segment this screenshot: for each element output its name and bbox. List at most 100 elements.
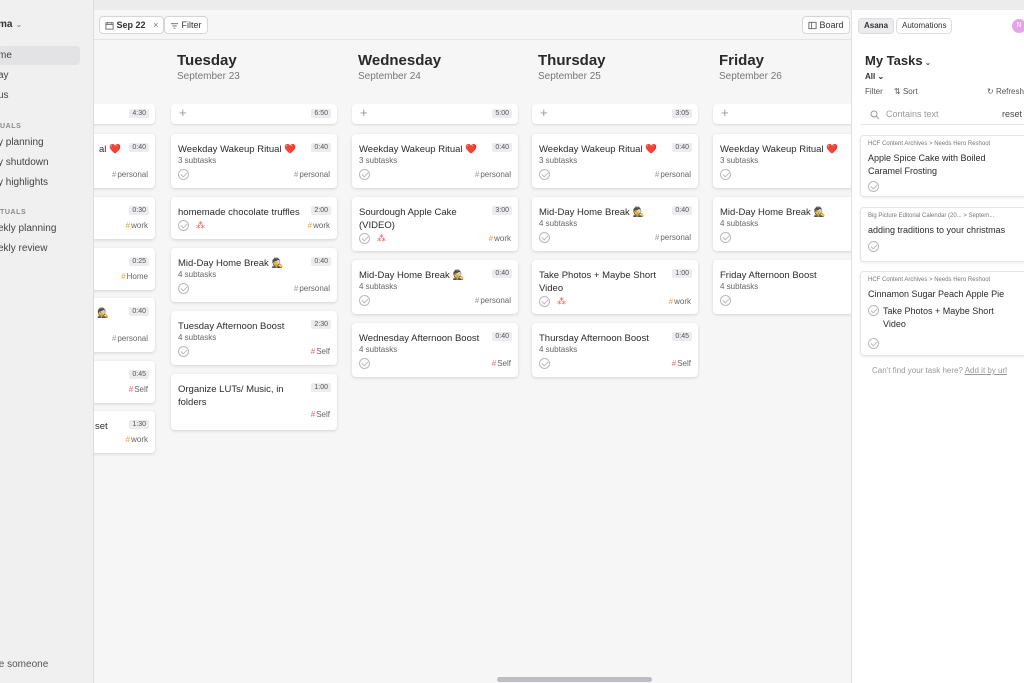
add-task-bar[interactable]: +5:00 [352, 104, 518, 124]
add-task-bar[interactable]: +6:50 [171, 104, 337, 124]
tag-label: personal [660, 233, 691, 242]
task-card[interactable]: Mid-Day Home Break 🕵️ 4 subtasks [713, 197, 851, 251]
task-tag[interactable]: #Home [121, 272, 148, 281]
horizontal-scrollbar[interactable] [497, 677, 652, 682]
asana-task-card[interactable]: HCF Content Archives > Needs Hero Reshoo… [860, 271, 1024, 356]
task-card[interactable]: 🕵️ 0:40 #personal [94, 298, 155, 352]
task-tag[interactable]: #work [308, 221, 330, 230]
board-view-button[interactable]: Board [802, 16, 850, 34]
task-card[interactable]: al ❤️ 0:40 #personal [94, 134, 155, 188]
task-card[interactable]: set 1:30 #work [94, 411, 155, 453]
task-card[interactable]: homemade chocolate truffles 2:00 ⁂ #work [171, 197, 337, 239]
task-card[interactable]: Mid-Day Home Break 🕵️ 0:40 4 subtasks #p… [171, 248, 337, 302]
task-tag[interactable]: #personal [294, 170, 330, 179]
complete-checkbox[interactable] [178, 220, 189, 231]
sidebar-item-home[interactable]: me [0, 46, 80, 65]
task-card[interactable]: Take Photos + Maybe Short Video 1:00 ⁂ #… [532, 260, 698, 314]
complete-checkbox[interactable] [178, 169, 189, 180]
complete-checkbox[interactable] [539, 358, 550, 369]
complete-checkbox[interactable] [359, 358, 370, 369]
task-tag[interactable]: #work [126, 221, 148, 230]
task-card[interactable]: Friday Afternoon Boost 4 subtasks [713, 260, 851, 314]
avatar[interactable]: N [1012, 19, 1024, 33]
my-tasks-title[interactable]: My Tasks ⌄ [865, 53, 931, 68]
task-tag[interactable]: #personal [112, 334, 148, 343]
task-tag[interactable]: #personal [475, 170, 511, 179]
task-card[interactable]: Sourdough Apple Cake (VIDEO) 3:00 ⁂ #wor… [352, 197, 518, 251]
task-tag[interactable]: #work [126, 435, 148, 444]
task-card[interactable]: Weekday Wakeup Ritual ❤️ 0:40 3 subtasks… [532, 134, 698, 188]
date-picker-button[interactable]: Sep 22 × [99, 16, 165, 34]
task-search[interactable]: Contains text reset [860, 105, 1024, 125]
filter-button[interactable]: Filter [865, 87, 883, 96]
sidebar-item-daily-planning[interactable]: y planning [0, 133, 44, 152]
panel-title: My Tasks [865, 53, 923, 68]
search-input[interactable]: Contains text [886, 109, 939, 119]
task-tag[interactable]: #personal [655, 233, 691, 242]
complete-checkbox[interactable] [359, 233, 370, 244]
task-card[interactable]: Tuesday Afternoon Boost 2:30 4 subtasks … [171, 311, 337, 365]
reset-button[interactable]: reset [1002, 109, 1022, 119]
filter-button[interactable]: Filter [164, 16, 208, 34]
task-card[interactable]: Weekday Wakeup Ritual ❤️ 0:40 3 subtasks… [352, 134, 518, 188]
sidebar-item-weekly-planning[interactable]: ekly planning [0, 219, 56, 238]
tab-automations[interactable]: Automations [896, 18, 953, 34]
sidebar-item-focus[interactable]: us [0, 86, 9, 105]
add-task-bar[interactable]: 4:30 [94, 104, 155, 124]
complete-checkbox[interactable] [178, 283, 189, 294]
task-card[interactable]: 0:25 #Home [94, 248, 155, 290]
task-tag[interactable]: #Self [311, 347, 330, 356]
task-tag[interactable]: #Self [311, 410, 330, 419]
refresh-button[interactable]: ↻ Refresh [987, 87, 1024, 96]
task-card[interactable]: Mid-Day Home Break 🕵️ 0:40 4 subtasks #p… [532, 197, 698, 251]
complete-checkbox[interactable] [178, 346, 189, 357]
task-tag[interactable]: #work [489, 234, 511, 243]
complete-checkbox[interactable] [539, 296, 550, 307]
weekly-rituals-heading: TUALS [0, 209, 27, 216]
task-card[interactable]: Wednesday Afternoon Boost 0:40 4 subtask… [352, 323, 518, 377]
invite-someone-link[interactable]: te someone [0, 659, 48, 670]
sidebar-item-daily-shutdown[interactable]: y shutdown [0, 153, 49, 172]
task-card[interactable]: Weekday Wakeup Ritual ❤️ 0:40 3 subtasks… [171, 134, 337, 188]
task-card[interactable]: Thursday Afternoon Boost 0:45 4 subtasks… [532, 323, 698, 377]
task-tag[interactable]: #personal [475, 296, 511, 305]
subtask-checkbox[interactable] [868, 305, 879, 316]
complete-checkbox[interactable] [539, 169, 550, 180]
sidebar-item-weekly-review[interactable]: ekly review [0, 239, 47, 258]
complete-checkbox[interactable] [359, 295, 370, 306]
task-card[interactable]: Mid-Day Home Break 🕵️ 0:40 4 subtasks #p… [352, 260, 518, 314]
complete-checkbox[interactable] [359, 169, 370, 180]
asana-task-card[interactable]: Big Picture Editorial Calendar (20... > … [860, 207, 1024, 262]
task-tag[interactable]: #Self [129, 385, 148, 394]
task-card[interactable]: 0:45 #Self [94, 361, 155, 403]
close-icon[interactable]: × [153, 20, 158, 30]
complete-checkbox[interactable] [868, 181, 879, 192]
task-card[interactable]: 0:30 #work [94, 197, 155, 239]
task-tag[interactable]: #personal [655, 170, 691, 179]
sort-button[interactable]: ⇅ Sort [894, 87, 918, 96]
complete-checkbox[interactable] [868, 338, 879, 349]
task-card[interactable]: Organize LUTs/ Music, in folders 1:00 #S… [171, 374, 337, 430]
workspace-switcher[interactable]: ma⌄ [0, 19, 22, 30]
task-tag[interactable]: #work [669, 297, 691, 306]
task-tag[interactable]: #Self [492, 359, 511, 368]
complete-checkbox[interactable] [720, 232, 731, 243]
complete-checkbox[interactable] [720, 169, 731, 180]
task-tag[interactable]: #personal [294, 284, 330, 293]
all-dropdown[interactable]: All ⌄ [865, 72, 884, 81]
task-tag[interactable]: #Self [672, 359, 691, 368]
add-task-bar[interactable]: +3:05 [532, 104, 698, 124]
asana-task-card[interactable]: HCF Content Archives > Needs Hero Reshoo… [860, 135, 1024, 197]
tab-asana[interactable]: Asana [858, 18, 895, 34]
add-task-bar[interactable]: + [713, 104, 851, 124]
sidebar-item-today[interactable]: ay [0, 66, 9, 85]
add-by-url-link[interactable]: Add it by url [965, 366, 1007, 375]
sidebar-item-daily-highlights[interactable]: y highlights [0, 173, 48, 192]
planned-time-badge: 3:05 [672, 109, 692, 118]
board-label: Board [819, 20, 844, 30]
complete-checkbox[interactable] [539, 232, 550, 243]
task-card[interactable]: Weekday Wakeup Ritual ❤️ 3 subtasks #pe [713, 134, 851, 188]
task-tag[interactable]: #personal [112, 170, 148, 179]
complete-checkbox[interactable] [868, 241, 879, 252]
complete-checkbox[interactable] [720, 295, 731, 306]
